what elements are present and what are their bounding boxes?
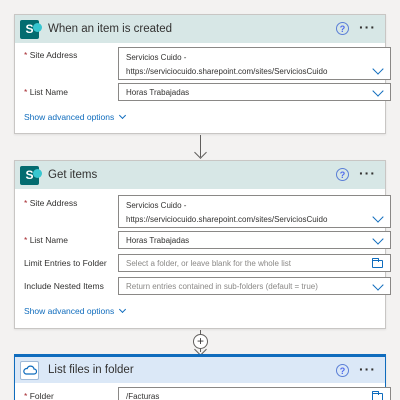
chevron-down-icon[interactable]: [372, 211, 384, 223]
card-title: When an item is created: [48, 23, 173, 35]
folder-icon[interactable]: [372, 391, 383, 400]
onedrive-cloud-icon: [20, 360, 39, 380]
trigger-card-header[interactable]: S When an item is created ? ···: [15, 15, 385, 43]
placeholder-text: Return entries contained in sub-folders …: [126, 282, 318, 291]
card-title: Get items: [48, 169, 98, 181]
sharepoint-icon: S: [20, 165, 42, 185]
chevron-down-icon[interactable]: [372, 233, 384, 245]
include-nested-items-dropdown[interactable]: Return entries contained in sub-folders …: [118, 277, 391, 295]
help-icon[interactable]: ?: [336, 364, 349, 377]
sharepoint-icon: S: [20, 19, 42, 39]
field-label: * List Name: [24, 87, 68, 97]
chevron-down-icon: [119, 305, 127, 314]
site-address-row: * Site Address Servicios Cuido - https:/…: [15, 45, 391, 80]
site-address-dropdown[interactable]: Servicios Cuido - https://serviciocuido.…: [118, 47, 391, 80]
site-url: https://serviciocuido.sharepoint.com/sit…: [126, 215, 328, 224]
list-name-value: Horas Trabajadas: [126, 236, 190, 245]
folder-row: * Folder /Facturas: [15, 387, 391, 400]
list-name-value: Horas Trabajadas: [126, 88, 190, 97]
limit-entries-folder-input[interactable]: Select a folder, or leave blank for the …: [118, 254, 391, 272]
help-icon[interactable]: ?: [336, 168, 349, 181]
field-label: Limit Entries to Folder: [24, 258, 107, 268]
more-options-icon[interactable]: ···: [359, 361, 376, 377]
field-label: * Folder: [24, 391, 54, 400]
action-card-get-items: S Get items ? ··· * Site Address Servici…: [14, 160, 391, 329]
list-files-card-header[interactable]: List files in folder ? ···: [15, 355, 385, 383]
show-advanced-options-link[interactable]: Show advanced options: [24, 111, 127, 122]
include-nested-items-row: Include Nested Items Return entries cont…: [15, 277, 391, 297]
folder-value: /Facturas: [126, 392, 160, 400]
limit-entries-row: Limit Entries to Folder Select a folder,…: [15, 254, 391, 274]
site-name: Servicios Cuido -: [126, 201, 187, 210]
card-title: List files in folder: [48, 364, 134, 376]
folder-icon[interactable]: [372, 258, 383, 268]
field-label: Include Nested Items: [24, 281, 104, 291]
field-label: * Site Address: [24, 198, 78, 208]
folder-input[interactable]: /Facturas: [118, 387, 391, 400]
site-name: Servicios Cuido -: [126, 53, 187, 62]
site-url: https://serviciocuido.sharepoint.com/sit…: [126, 67, 328, 76]
field-label: * Site Address: [24, 50, 78, 60]
list-name-row: * List Name Horas Trabajadas: [15, 231, 391, 251]
chevron-down-icon[interactable]: [372, 85, 384, 97]
list-name-dropdown[interactable]: Horas Trabajadas: [118, 231, 391, 249]
get-items-card-header[interactable]: S Get items ? ···: [15, 161, 385, 189]
field-label: * List Name: [24, 235, 68, 245]
chevron-down-icon[interactable]: [372, 63, 384, 75]
placeholder-text: Select a folder, or leave blank for the …: [126, 259, 291, 268]
more-options-icon[interactable]: ···: [359, 165, 376, 181]
arrow-down-icon: [194, 146, 207, 159]
chevron-down-icon[interactable]: [372, 279, 384, 291]
list-name-row: * List Name Horas Trabajadas: [15, 83, 391, 103]
trigger-card-when-item-created: S When an item is created ? ··· * Site A…: [14, 14, 391, 134]
site-address-row: * Site Address Servicios Cuido - https:/…: [15, 193, 391, 228]
list-name-dropdown[interactable]: Horas Trabajadas: [118, 83, 391, 101]
more-options-icon[interactable]: ···: [359, 19, 376, 35]
action-card-list-files-in-folder: List files in folder ? ··· * Folder /Fac…: [14, 354, 391, 400]
chevron-down-icon: [119, 111, 127, 120]
site-address-dropdown[interactable]: Servicios Cuido - https://serviciocuido.…: [118, 195, 391, 228]
help-icon[interactable]: ?: [336, 22, 349, 35]
show-advanced-options-link[interactable]: Show advanced options: [24, 305, 127, 316]
